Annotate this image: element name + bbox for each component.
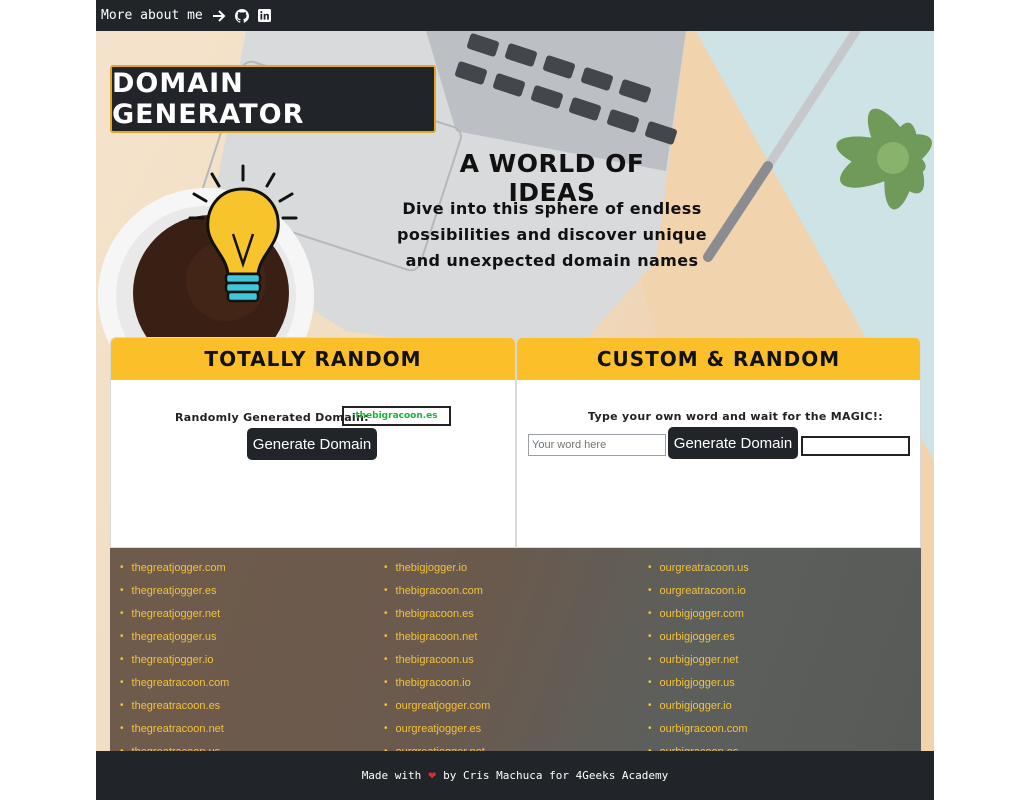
- custom-word-label: Type your own word and wait for the MAGI…: [588, 410, 883, 423]
- custom-word-input[interactable]: [528, 434, 666, 456]
- domain-item[interactable]: ourgreatracoon.us: [648, 556, 749, 579]
- footer-credit: by Cris Machuca for 4Geeks Academy: [443, 769, 669, 782]
- footer: Made with ❤ by Cris Machuca for 4Geeks A…: [96, 751, 934, 800]
- domain-list: thegreatjogger.com thegreatjogger.es the…: [110, 548, 921, 751]
- domain-item[interactable]: thegreatracoon.us: [120, 740, 229, 752]
- domain-column: ourgreatracoon.us ourgreatracoon.io ourb…: [648, 556, 749, 752]
- app-root: More about me DOMAIN GENERATOR A WORLD O…: [96, 0, 934, 800]
- custom-domain-output: [801, 436, 910, 456]
- random-domain-card: TOTALLY RANDOM Randomly Generated Domain…: [110, 337, 516, 548]
- domain-item[interactable]: thegreatjogger.net: [120, 602, 229, 625]
- domain-item[interactable]: ourbigracoon.com: [648, 717, 749, 740]
- random-card-title: TOTALLY RANDOM: [111, 338, 515, 380]
- domain-item[interactable]: ourbigracoon.es: [648, 740, 749, 752]
- random-domain-output: thebigracoon.es: [342, 406, 451, 426]
- domain-item[interactable]: thegreatracoon.net: [120, 717, 229, 740]
- custom-domain-card: CUSTOM & RANDOM Type your own word and w…: [516, 337, 921, 548]
- arrow-right-icon: [212, 9, 226, 22]
- domain-item[interactable]: thegreatracoon.com: [120, 671, 230, 694]
- domain-item[interactable]: thegreatracoon.es: [120, 694, 229, 717]
- domain-item[interactable]: ourbigjogger.us: [648, 671, 749, 694]
- domain-item[interactable]: thebigjogger.io: [384, 556, 490, 579]
- domain-item[interactable]: thebigracoon.io: [384, 671, 490, 694]
- domain-column: thebigjogger.io thebigracoon.com thebigr…: [384, 556, 491, 752]
- footer-made-with: Made with: [361, 769, 422, 782]
- hero-intro: Dive into this sphere of endless possibi…: [396, 199, 707, 270]
- linkedin-icon[interactable]: [257, 9, 271, 22]
- domain-column: thegreatjogger.com thegreatjogger.es the…: [120, 556, 230, 752]
- domain-item[interactable]: ourgreatjogger.com: [384, 694, 491, 717]
- domain-item[interactable]: thebigracoon.us: [384, 648, 490, 671]
- top-nav: More about me: [96, 0, 934, 31]
- domain-item[interactable]: ourbigjogger.net: [648, 648, 749, 671]
- domain-item[interactable]: ourgreatjogger.net: [384, 740, 490, 752]
- domain-item[interactable]: thegreatjogger.io: [120, 648, 229, 671]
- domain-item[interactable]: thegreatjogger.com: [120, 556, 229, 579]
- lightbulb-icon: [188, 164, 298, 303]
- github-icon[interactable]: [234, 8, 249, 23]
- domain-item[interactable]: thebigracoon.com: [384, 579, 490, 602]
- domain-item[interactable]: ourgreatjogger.es: [384, 717, 490, 740]
- brand-title: DOMAIN GENERATOR: [110, 65, 436, 133]
- domain-item[interactable]: thegreatjogger.es: [120, 579, 229, 602]
- more-about-me-link[interactable]: More about me: [101, 8, 203, 23]
- domain-item[interactable]: thebigracoon.es: [384, 602, 490, 625]
- random-domain-label: Randomly Generated Domain:: [175, 411, 369, 424]
- domain-item[interactable]: ourgreatracoon.io: [648, 579, 749, 602]
- domain-item[interactable]: thebigracoon.net: [384, 625, 490, 648]
- custom-card-title: CUSTOM & RANDOM: [517, 338, 920, 380]
- domain-item[interactable]: ourbigjogger.io: [648, 694, 749, 717]
- domain-item[interactable]: ourbigjogger.es: [648, 625, 749, 648]
- heart-icon: ❤: [428, 768, 437, 783]
- domain-item[interactable]: ourbigjogger.com: [648, 602, 749, 625]
- domain-item[interactable]: thegreatjogger.us: [120, 625, 229, 648]
- generate-custom-button[interactable]: Generate Domain: [668, 427, 798, 459]
- generate-random-button[interactable]: Generate Domain: [247, 428, 377, 460]
